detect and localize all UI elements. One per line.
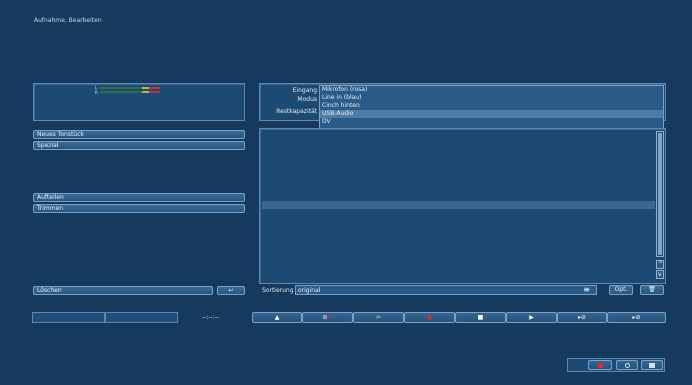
stop-record-button[interactable]: ⊘ R bbox=[302, 312, 353, 323]
scroll-up-button[interactable]: ^ bbox=[656, 260, 664, 269]
level-meter-panel: L R bbox=[33, 83, 245, 121]
aufteilen-button[interactable]: Aufteilen bbox=[33, 193, 245, 202]
neues-tonstueck-button[interactable]: Neues Tonstück bbox=[33, 130, 245, 139]
time-display: --:--:-- bbox=[202, 314, 220, 321]
meter-right-label: R bbox=[95, 90, 98, 95]
chevron-down-icon: v bbox=[658, 271, 662, 278]
modus-label: Modus bbox=[297, 96, 317, 103]
trash-button[interactable]: 🗑 bbox=[640, 285, 664, 295]
forward-stop-end-icon: ▸⊘ bbox=[632, 314, 641, 321]
record-small-icon: R bbox=[327, 315, 333, 321]
trash-icon: 🗑 bbox=[648, 286, 656, 293]
eject-icon: ▲ bbox=[274, 314, 280, 321]
play-icon: ▶ bbox=[529, 314, 534, 321]
scrollbar-track[interactable] bbox=[656, 131, 664, 257]
record-settings-button[interactable] bbox=[588, 360, 612, 370]
chevron-up-icon: ^ bbox=[658, 261, 664, 268]
page-title: Aufnahme, Bearbeiten bbox=[34, 17, 102, 24]
record-button[interactable]: ● bbox=[404, 312, 455, 323]
help-icon bbox=[624, 363, 630, 368]
scroll-down-button[interactable]: v bbox=[656, 270, 664, 279]
help-button[interactable] bbox=[616, 360, 638, 370]
spezial-button[interactable]: Spezial bbox=[33, 141, 245, 150]
meter-right-bar bbox=[100, 91, 160, 93]
record-icon-small bbox=[597, 363, 603, 368]
eingang-dropdown-list[interactable]: Mikrofon (rosa) Line in (blau) Cinch hin… bbox=[319, 85, 664, 129]
eingang-option-cinch[interactable]: Cinch hinten bbox=[320, 102, 663, 110]
bottom-control-group bbox=[567, 358, 665, 372]
forward-stop-icon: ▸⊘ bbox=[577, 314, 587, 321]
position-segment-2 bbox=[105, 312, 178, 323]
record-icon: ● bbox=[426, 314, 433, 321]
eingang-option-line-in[interactable]: Line in (blau) bbox=[320, 94, 663, 102]
forward-stop-end-button[interactable]: ▸⊘ bbox=[607, 312, 666, 323]
transport-bar: --:--:-- ▲ ⊘ R ✂ ● ■ ▶ ▸⊘ ▸⊘ bbox=[32, 312, 666, 323]
forward-stop-button[interactable]: ▸⊘ bbox=[557, 312, 607, 323]
file-list-panel: ^ v bbox=[259, 128, 666, 284]
cut-button[interactable]: ✂ bbox=[353, 312, 404, 323]
position-segment-1 bbox=[32, 312, 105, 323]
eingang-option-dv[interactable]: DV bbox=[320, 118, 663, 126]
eject-button[interactable]: ▲ bbox=[252, 312, 302, 323]
eingang-label: Eingang bbox=[292, 87, 317, 94]
scissors-icon: ✂ bbox=[375, 314, 382, 321]
restkapazitaet-label: Restkapazität bbox=[276, 108, 317, 115]
undo-button[interactable]: ↩ bbox=[217, 286, 245, 295]
trimmen-button[interactable]: Trimmen bbox=[33, 204, 245, 213]
list-selected-row[interactable] bbox=[262, 201, 655, 209]
eingang-option-usb-audio[interactable]: USB-Audio bbox=[320, 110, 663, 118]
undo-icon: ↩ bbox=[228, 287, 234, 294]
scrollbar-thumb[interactable] bbox=[658, 133, 662, 255]
stop-button[interactable]: ■ bbox=[455, 312, 506, 323]
eingang-option-mikrofon[interactable]: Mikrofon (rosa) bbox=[320, 86, 663, 94]
sort-value: original bbox=[298, 287, 321, 294]
loeschen-button[interactable]: Löschen bbox=[33, 286, 213, 295]
stop-icon: ■ bbox=[477, 314, 484, 321]
opt-button[interactable]: Opt. bbox=[609, 285, 633, 295]
meter-left-bar bbox=[100, 87, 160, 89]
play-button[interactable]: ▶ bbox=[506, 312, 557, 323]
sort-label: Sortierung bbox=[262, 287, 294, 294]
home-icon bbox=[649, 363, 655, 368]
sort-field[interactable]: original ≡ bbox=[295, 285, 597, 295]
home-button[interactable] bbox=[641, 360, 663, 370]
menu-icon: ≡ bbox=[583, 285, 590, 294]
